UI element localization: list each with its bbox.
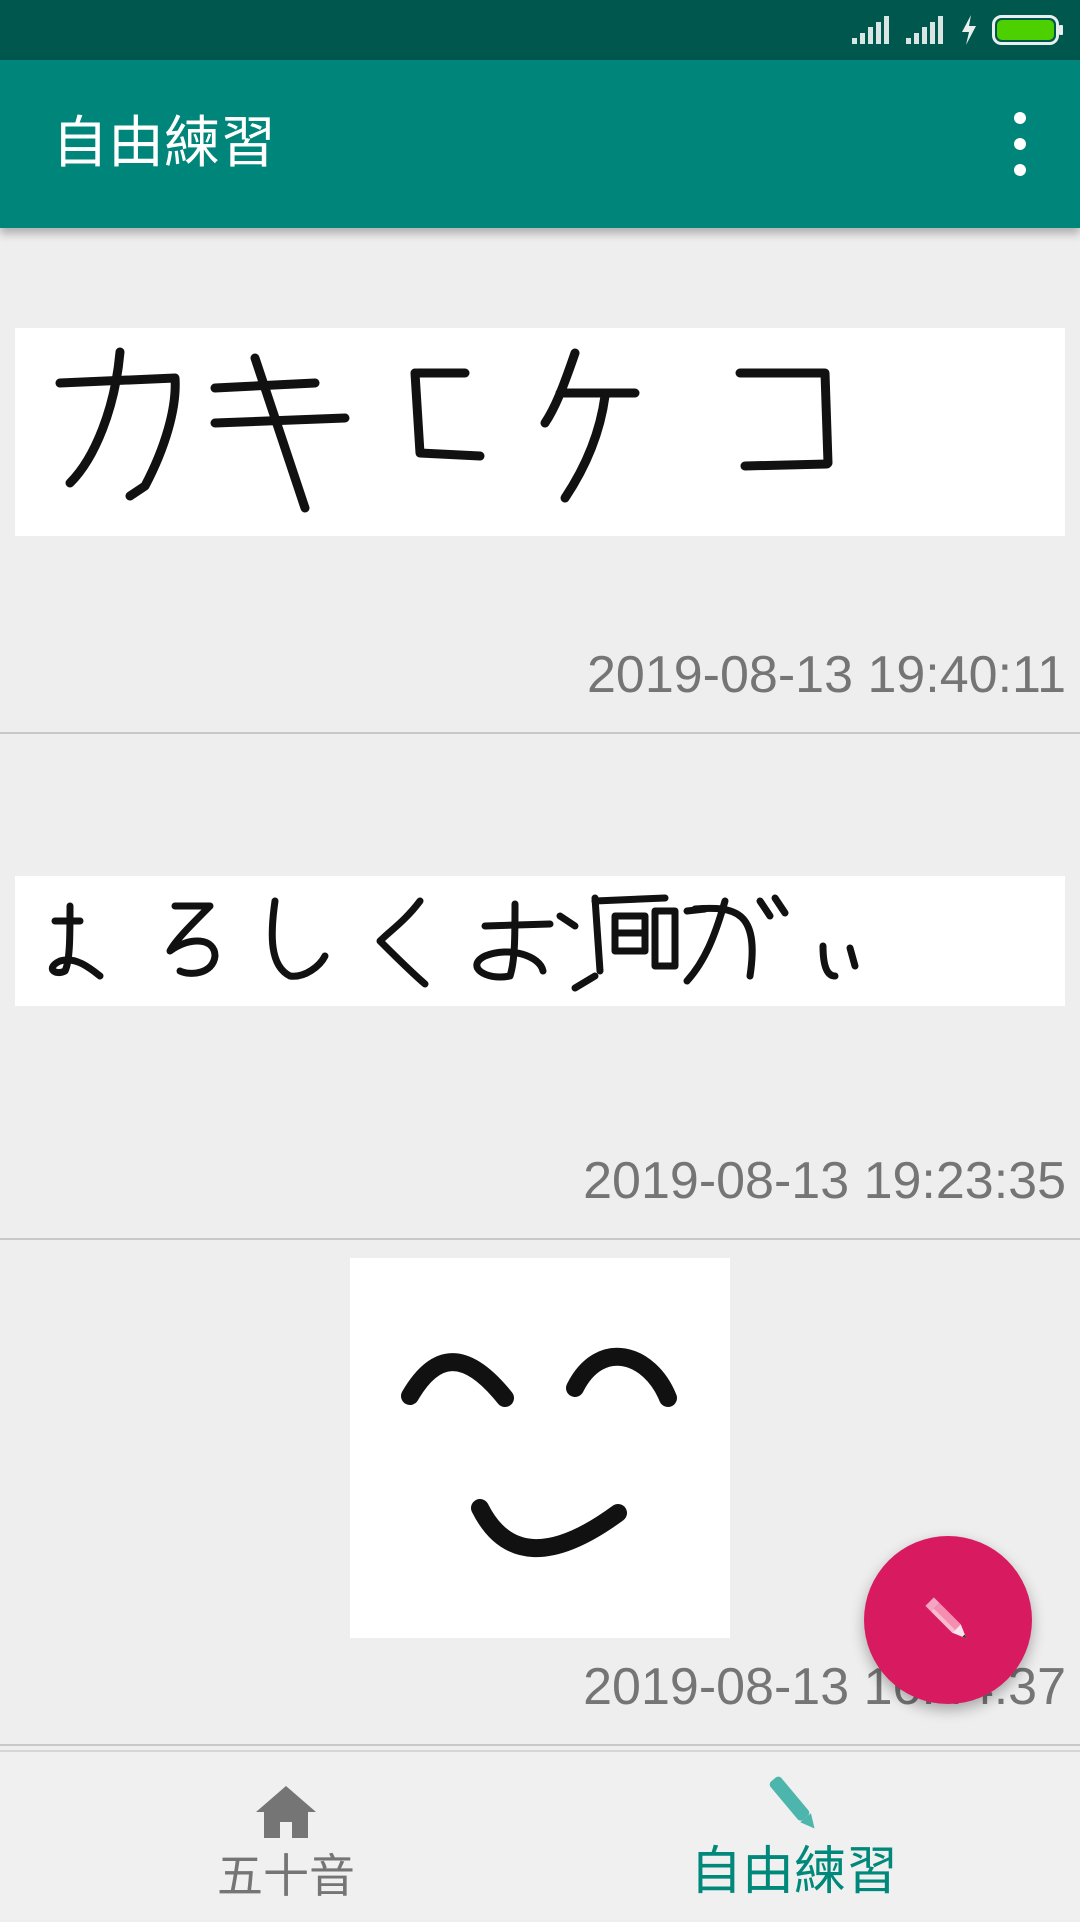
menu-dot xyxy=(1014,164,1026,176)
handwriting-image xyxy=(350,1258,730,1638)
pencil-icon xyxy=(925,1597,967,1639)
nav-item-free-practice[interactable]: 自由練習 xyxy=(524,1752,1064,1922)
app-bar: 自由練習 xyxy=(0,60,1080,228)
list-item[interactable]: 2019-08-13 19:23:35 xyxy=(0,734,1080,1240)
battery-icon xyxy=(992,15,1063,45)
handwritten-katakana-drawing xyxy=(55,347,833,513)
nav-label: 自由練習 xyxy=(689,1842,898,1902)
menu-dot xyxy=(1014,138,1026,150)
signal-icon xyxy=(852,16,889,44)
status-bar xyxy=(0,0,1080,60)
handwritten-smiley-drawing xyxy=(401,1347,677,1557)
overflow-menu-icon[interactable] xyxy=(1000,112,1040,176)
practice-list[interactable]: 2019-08-13 19:40:11 2019-08-13 19:23:35 … xyxy=(0,228,1080,1750)
handwriting-image xyxy=(15,876,1065,1006)
practice-timestamp: 2019-08-13 19:40:11 xyxy=(587,646,1066,704)
bottom-navigation: 五十音 自由練習 xyxy=(0,1750,1080,1920)
nav-label: 五十音 xyxy=(217,1849,355,1903)
home-icon xyxy=(256,1786,316,1838)
page-title: 自由練習 xyxy=(52,111,276,176)
signal-icon xyxy=(906,16,943,44)
charging-icon xyxy=(962,15,976,45)
new-drawing-button[interactable] xyxy=(864,1536,1032,1704)
menu-dot xyxy=(1014,112,1026,124)
practice-timestamp: 2019-08-13 19:23:35 xyxy=(583,1152,1066,1210)
nav-item-gojuon[interactable]: 五十音 xyxy=(16,1752,556,1922)
list-item[interactable]: 2019-08-13 19:40:11 xyxy=(0,228,1080,734)
pen-icon xyxy=(769,1776,815,1829)
handwriting-image xyxy=(15,328,1065,536)
handwritten-hiragana-drawing xyxy=(48,894,859,992)
